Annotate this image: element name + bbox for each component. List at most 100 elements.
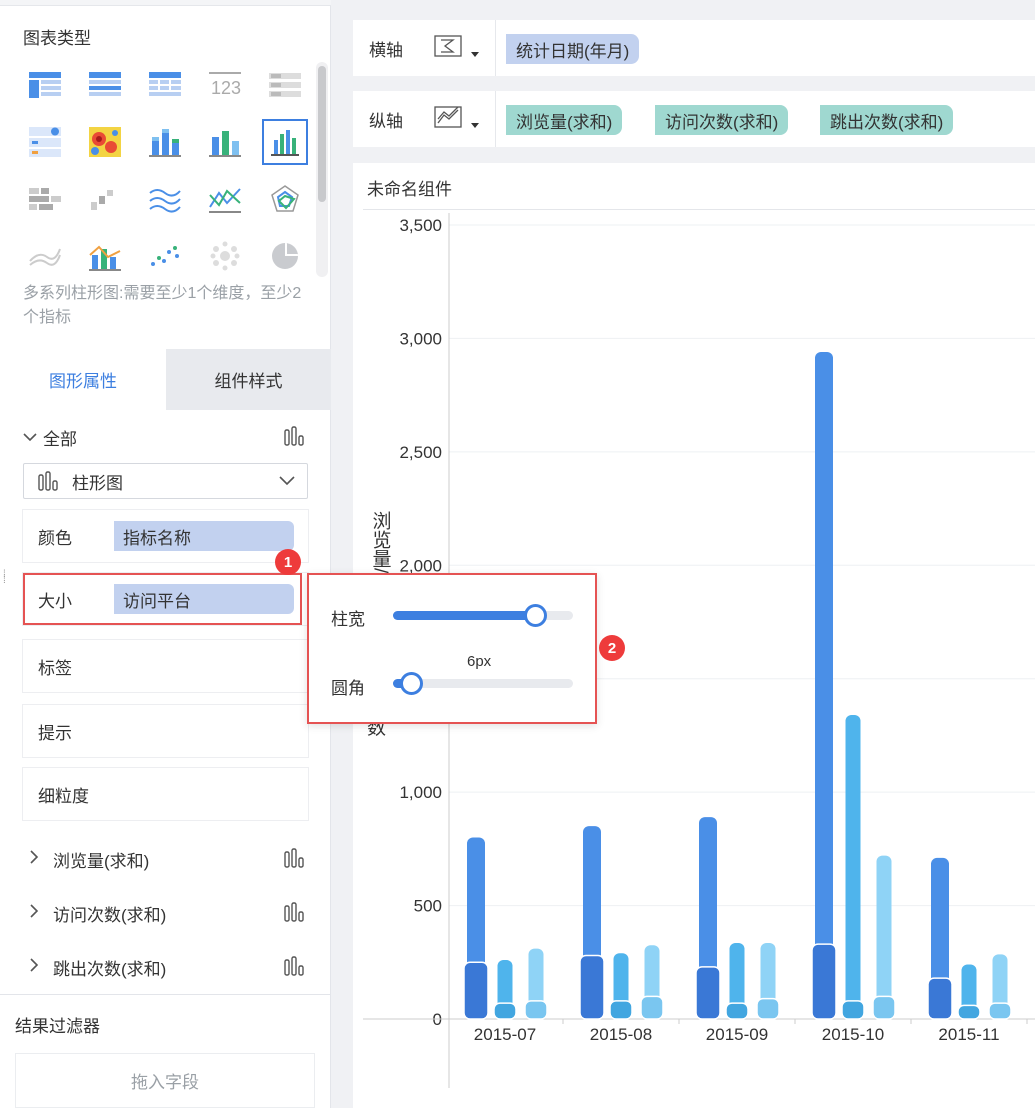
bar-segment (927, 977, 953, 1020)
scrollbar-thumb[interactable] (318, 66, 326, 202)
x-tick-label: 2015-10 (822, 1025, 884, 1044)
measure-label: 跳出次数(求和) (53, 959, 167, 979)
tab-graph-properties[interactable]: 图形属性 (0, 349, 166, 410)
granularity-label: 细粒度 (38, 786, 89, 806)
all-section-toggle[interactable]: 全部 (23, 424, 308, 450)
axis-separator (495, 91, 496, 147)
tab-component-style[interactable]: 组件样式 (166, 349, 331, 410)
measure-row-pageviews[interactable]: 浏览量(求和) (23, 846, 308, 872)
measure-row-visits[interactable]: 访问次数(求和) (23, 900, 308, 926)
bar-segment (695, 966, 721, 1020)
x-tick-label: 2015-07 (474, 1025, 536, 1044)
stream-line-icon[interactable] (22, 233, 68, 279)
svg-text:123: 123 (211, 78, 241, 98)
bar-segment (463, 961, 489, 1020)
y-tick-label: 500 (414, 897, 442, 916)
slider-knob[interactable] (400, 672, 423, 695)
bar-chart-icon (38, 471, 60, 491)
measure-label: 浏览量(求和) (53, 851, 150, 871)
combo-bar-line-icon[interactable] (82, 233, 128, 279)
multi-bar-icon[interactable] (202, 119, 248, 165)
bar-chart-icon (284, 426, 306, 451)
y-field-pill[interactable]: 浏览量(求和) (506, 105, 623, 135)
divider (0, 994, 331, 995)
chart-select-value: 柱形图 (72, 473, 123, 493)
multi-series-bar-icon[interactable] (262, 119, 308, 165)
kpi-number-icon[interactable]: 123 (202, 62, 248, 108)
color-field-pill[interactable]: 指标名称 (114, 521, 294, 551)
chevron-down-icon (23, 427, 43, 447)
bar-chart-icon (284, 956, 306, 981)
bar-segment (725, 1002, 749, 1020)
bar-segment (756, 997, 780, 1020)
area-line-icon[interactable] (142, 176, 188, 222)
measure-axis-icon[interactable] (433, 103, 483, 138)
detail-table-icon[interactable] (82, 62, 128, 108)
bar-segment (811, 943, 837, 1020)
annotation-badge-2: 2 (599, 635, 625, 661)
granularity-property[interactable]: 细粒度 (23, 768, 308, 820)
chart-type-title: 图表类型 (23, 29, 91, 48)
slider-knob[interactable] (524, 604, 548, 627)
slider-fill (393, 611, 536, 620)
highlight-box-1 (23, 573, 302, 625)
radius-label: 圆角 (331, 679, 365, 698)
bar-segment (493, 1002, 517, 1020)
y-axis-shelf: 纵轴 浏览量(求和) 访问次数(求和) 跳出次数(求和) (353, 91, 1035, 147)
color-property[interactable]: 颜色 指标名称 (23, 510, 308, 562)
pareto-icon[interactable] (22, 176, 68, 222)
radius-value: 6px (467, 653, 492, 670)
drag-handle-icon[interactable]: ⁞ ⁞ (3, 570, 9, 590)
x-field-pill[interactable]: 统计日期(年月) (506, 34, 640, 64)
x-tick-label: 2015-11 (938, 1025, 999, 1044)
y-tick-label: 1,000 (399, 783, 442, 802)
chart-type-select[interactable]: 柱形图 (23, 463, 308, 499)
chevron-right-icon (23, 849, 53, 869)
measure-label: 访问次数(求和) (53, 905, 167, 925)
heatmap-icon[interactable] (82, 119, 128, 165)
property-tabs: 图形属性 组件样式 (0, 349, 331, 410)
y-field-pill[interactable]: 访问次数(求和) (655, 105, 789, 135)
bar-chart-icon (284, 902, 306, 927)
bar-width-slider[interactable] (393, 604, 573, 627)
cross-table-icon[interactable] (22, 62, 68, 108)
bar-size-popup: 柱宽 6px 圆角 (307, 573, 597, 724)
pie-icon[interactable] (262, 233, 308, 279)
chart-type-scrollbar[interactable] (316, 62, 328, 277)
group-table-icon[interactable] (142, 62, 188, 108)
bar (815, 352, 833, 1019)
bar-segment (957, 1004, 981, 1020)
bar-segment (640, 995, 664, 1020)
measure-row-bounces[interactable]: 跳出次数(求和) (23, 954, 308, 980)
radar-icon[interactable] (262, 176, 308, 222)
left-panel: 图表类型 123 多系列柱形图:需要至少1个维度，至少2个指标 图形属性 组件样… (0, 0, 331, 1108)
dimension-axis-icon[interactable] (433, 32, 483, 67)
y-field-pill[interactable]: 跳出次数(求和) (820, 105, 954, 135)
y-axis-label: 纵轴 (369, 112, 403, 131)
y-tick-label: 2,500 (399, 443, 442, 462)
label-label: 标签 (38, 658, 72, 678)
stacked-bar-icon[interactable] (142, 119, 188, 165)
bar-segment (524, 1000, 548, 1020)
bar (845, 715, 861, 1019)
result-filter-title: 结果过滤器 (15, 1017, 100, 1036)
scatter-step-icon[interactable] (82, 176, 128, 222)
tooltip-property[interactable]: 提示 (23, 705, 308, 757)
dashboard-list-icon[interactable] (22, 119, 68, 165)
chevron-right-icon (23, 957, 53, 977)
annotation-badge-1: 1 (275, 549, 301, 575)
filter-drop-zone[interactable]: 拖入字段 (15, 1053, 315, 1108)
top-strip (0, 0, 331, 6)
tooltip-label: 提示 (38, 723, 72, 743)
chevron-down-icon (277, 470, 297, 495)
x-axis-shelf: 横轴 统计日期(年月) (353, 20, 1035, 76)
label-property[interactable]: 标签 (23, 640, 308, 692)
x-tick-label: 2015-09 (706, 1025, 768, 1044)
bubble-icon[interactable] (202, 233, 248, 279)
y-tick-label: 3,000 (399, 329, 442, 348)
dot-scatter-icon[interactable] (142, 233, 188, 279)
color-label: 颜色 (38, 528, 72, 548)
line-icon[interactable] (202, 176, 248, 222)
text-table-icon[interactable] (262, 62, 308, 108)
radius-slider[interactable] (393, 672, 573, 695)
